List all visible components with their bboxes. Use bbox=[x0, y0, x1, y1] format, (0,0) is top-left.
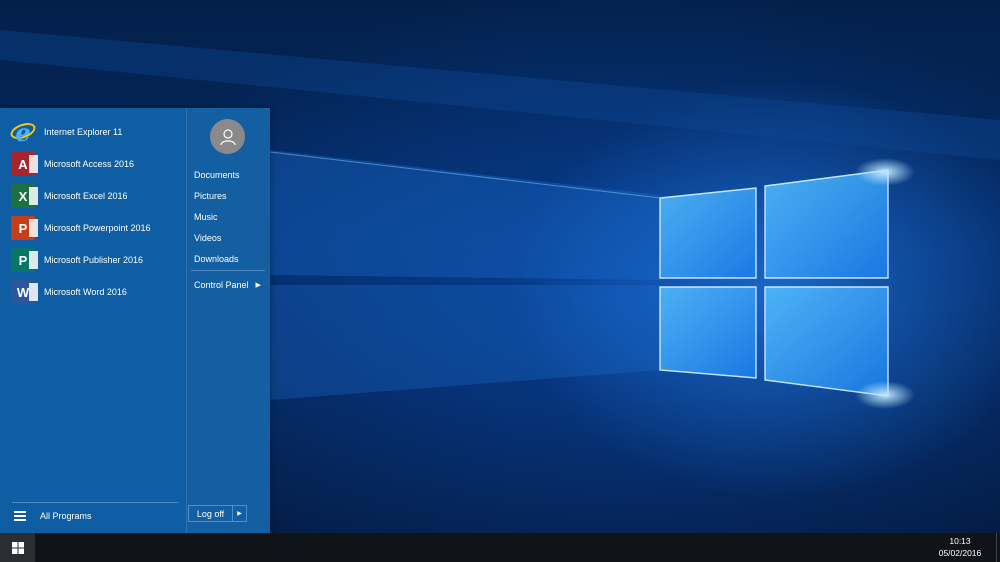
excel-icon: X bbox=[11, 184, 38, 208]
pinned-item-label: Microsoft Powerpoint 2016 bbox=[44, 223, 151, 233]
pinned-item-powerpoint[interactable]: P Microsoft Powerpoint 2016 bbox=[8, 212, 182, 244]
shutdown-options-button[interactable]: ▶ bbox=[232, 506, 246, 521]
clock-date: 05/02/2016 bbox=[938, 548, 982, 558]
start-button[interactable] bbox=[0, 533, 35, 562]
place-item-music[interactable]: Music bbox=[188, 206, 268, 227]
divider bbox=[191, 270, 265, 271]
taskbar-clock[interactable]: 10:13 05/02/2016 bbox=[930, 535, 990, 561]
user-icon bbox=[219, 128, 236, 145]
pinned-item-word[interactable]: W Microsoft Word 2016 bbox=[8, 276, 182, 308]
internet-explorer-icon: e bbox=[8, 118, 38, 147]
pinned-item-label: Microsoft Word 2016 bbox=[44, 287, 127, 297]
show-desktop-button[interactable] bbox=[996, 533, 1000, 562]
places-list: Documents Pictures Music Videos Download… bbox=[188, 164, 268, 270]
pinned-item-label: Microsoft Excel 2016 bbox=[44, 191, 128, 201]
powerpoint-icon: P bbox=[11, 216, 38, 240]
all-programs-button[interactable]: All Programs bbox=[8, 508, 178, 524]
start-menu-programs-pane: e Internet Explorer 11 A Microsoft Acces… bbox=[0, 108, 186, 533]
logoff-button[interactable]: Log off bbox=[189, 506, 232, 521]
control-panel-item[interactable]: Control Panel ▶ bbox=[188, 276, 268, 294]
clock-time: 10:13 bbox=[949, 536, 971, 546]
taskbar: 10:13 05/02/2016 bbox=[0, 533, 1000, 562]
place-item-pictures[interactable]: Pictures bbox=[188, 185, 268, 206]
pinned-item-publisher[interactable]: P Microsoft Publisher 2016 bbox=[8, 244, 182, 276]
user-avatar[interactable] bbox=[210, 119, 245, 154]
windows-logo-icon bbox=[11, 541, 24, 554]
publisher-icon: P bbox=[11, 248, 38, 272]
pinned-item-internet-explorer[interactable]: e Internet Explorer 11 bbox=[8, 116, 182, 148]
pinned-item-label: Microsoft Publisher 2016 bbox=[44, 255, 144, 265]
pinned-item-access[interactable]: A Microsoft Access 2016 bbox=[8, 148, 182, 180]
place-item-downloads[interactable]: Downloads bbox=[188, 249, 268, 270]
list-icon bbox=[14, 511, 26, 521]
pinned-item-label: Microsoft Access 2016 bbox=[44, 159, 135, 169]
control-panel-label: Control Panel bbox=[194, 280, 249, 290]
pinned-item-excel[interactable]: X Microsoft Excel 2016 bbox=[8, 180, 182, 212]
pinned-item-label: Internet Explorer 11 bbox=[44, 127, 123, 137]
logoff-group: Log off ▶ bbox=[188, 505, 247, 522]
divider bbox=[12, 502, 178, 503]
place-item-videos[interactable]: Videos bbox=[188, 228, 268, 249]
chevron-right-icon: ▶ bbox=[255, 282, 261, 289]
all-programs-label: All Programs bbox=[40, 511, 92, 521]
pinned-programs-list: e Internet Explorer 11 A Microsoft Acces… bbox=[8, 116, 182, 308]
place-item-documents[interactable]: Documents bbox=[188, 164, 268, 185]
word-icon: W bbox=[11, 280, 38, 304]
access-icon: A bbox=[11, 152, 38, 176]
chevron-right-icon: ▶ bbox=[237, 511, 242, 517]
